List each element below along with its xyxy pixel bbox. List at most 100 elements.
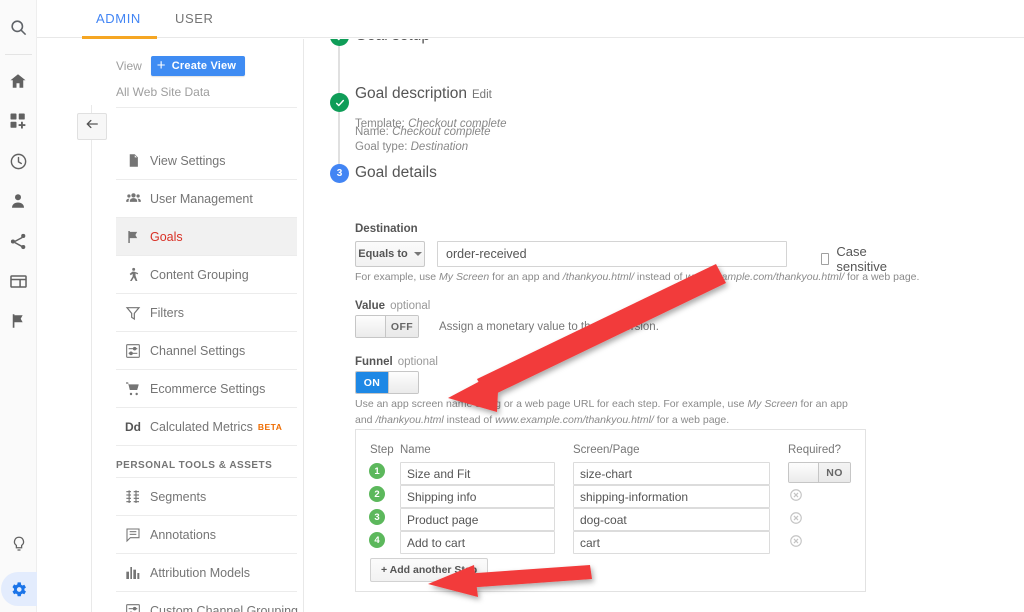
sidebar-item-label: Goals xyxy=(150,229,183,244)
rail-nav xyxy=(0,61,37,341)
sidebar-item-goals[interactable]: Goals xyxy=(116,218,297,256)
sidebar-item-filters[interactable]: Filters xyxy=(116,294,297,332)
step-number-badge: 4 xyxy=(369,532,385,548)
step-number-badge: 1 xyxy=(369,463,385,479)
destination-input[interactable] xyxy=(437,241,787,267)
hint-part: for an app and xyxy=(489,271,563,283)
value-optional-text: optional xyxy=(390,300,431,312)
sidebar-item-user-management[interactable]: User Management xyxy=(116,180,297,218)
goal-type-value: Destination xyxy=(410,141,469,153)
case-sensitive-checkbox[interactable] xyxy=(821,253,830,265)
conversions-flag-icon[interactable] xyxy=(0,301,37,341)
step-name-input[interactable] xyxy=(400,485,555,508)
create-view-label: Create View xyxy=(171,60,237,72)
collapse-panel-button[interactable] xyxy=(77,113,107,140)
sidebar-item-view-settings[interactable]: View Settings xyxy=(116,142,297,180)
destination-match-type-select[interactable]: Equals to xyxy=(355,241,425,267)
toggle-knob xyxy=(789,463,819,482)
search-icon[interactable] xyxy=(0,7,37,47)
hint-part: /thankyou.html xyxy=(375,414,444,426)
sidebar-item-custom-channel-grouping[interactable]: Custom Channel Grouping BET xyxy=(116,592,298,612)
sidebar-item-attribution-models[interactable]: Attribution Models xyxy=(116,554,297,592)
remove-step-icon[interactable] xyxy=(789,488,803,502)
back-arrow-icon xyxy=(85,117,99,136)
view-panel-header: View + Create View xyxy=(116,53,286,79)
acquisition-share-icon[interactable] xyxy=(0,221,37,261)
sidebar-item-content-grouping[interactable]: Content Grouping xyxy=(116,256,297,294)
audience-person-icon[interactable] xyxy=(0,181,37,221)
selected-view-name[interactable]: All Web Site Data xyxy=(116,85,297,108)
sidebar-item-label: Calculated Metrics xyxy=(150,419,253,434)
remove-step-icon[interactable] xyxy=(789,511,803,525)
sidebar-item-label: Annotations xyxy=(150,527,217,542)
goal-setup-title: Goal setup xyxy=(355,39,430,45)
sidebar-item-label: View Settings xyxy=(150,153,226,168)
admin-gear-icon[interactable] xyxy=(0,572,37,606)
remove-step-icon[interactable] xyxy=(789,534,803,548)
step-number-badge: 3 xyxy=(369,509,385,525)
sidebar-item-calculated-metrics[interactable]: Dd Calculated Metrics BETA xyxy=(116,408,297,446)
home-icon[interactable] xyxy=(0,61,37,101)
funnel-step-row: 1 NO xyxy=(356,462,865,485)
match-type-value: Equals to xyxy=(358,248,408,260)
speech-bubble-icon xyxy=(116,527,150,543)
step-screen-input[interactable] xyxy=(573,531,770,554)
goal-description-edit-link[interactable]: Edit xyxy=(472,89,492,101)
required-toggle-state: NO xyxy=(819,463,850,482)
section-header-personal-tools: PERSONAL TOOLS & ASSETS xyxy=(116,446,297,478)
goal-type-label: Goal type: xyxy=(355,141,411,153)
step-screen-input[interactable] xyxy=(573,485,770,508)
step-name-input[interactable] xyxy=(400,462,555,485)
hint-part: www.example.com/thankyou.html/ xyxy=(495,414,654,426)
value-toggle[interactable]: OFF xyxy=(355,315,419,338)
walking-person-icon xyxy=(116,267,150,283)
hint-part: for a web page. xyxy=(653,414,730,426)
hint-part: www.example.com/thankyou.html/ xyxy=(685,271,845,283)
tab-user[interactable]: USER xyxy=(175,0,214,38)
goal-editor-main: Goal setup Edit Template: Checkout compl… xyxy=(304,39,1024,612)
flag-icon xyxy=(116,229,150,245)
sidebar-item-label: Ecommerce Settings xyxy=(150,381,266,396)
sidebar-item-label: Filters xyxy=(150,305,185,320)
sidebar-item-ecommerce-settings[interactable]: Ecommerce Settings xyxy=(116,370,297,408)
funnel-toggle[interactable]: ON xyxy=(355,371,419,394)
goal-setup-edit-link[interactable]: Edit xyxy=(435,39,455,42)
hint-part: Use an app screen name string or a web p… xyxy=(355,398,748,410)
hint-part: /thankyou.html/ xyxy=(562,271,634,283)
add-another-step-button[interactable]: + Add another Step xyxy=(370,558,489,582)
sliders-icon xyxy=(116,343,150,359)
realtime-clock-icon[interactable] xyxy=(0,141,37,181)
value-toggle-state: OFF xyxy=(386,316,418,337)
column-header-required: Required? xyxy=(788,444,842,456)
value-label-text: Value xyxy=(355,300,386,312)
step-screen-input[interactable] xyxy=(573,462,770,485)
behavior-window-icon[interactable] xyxy=(0,261,37,301)
column-header-name: Name xyxy=(400,444,431,456)
hint-part: For example, use xyxy=(355,271,440,283)
step-screen-input[interactable] xyxy=(573,508,770,531)
step-required-toggle[interactable]: NO xyxy=(788,462,851,483)
sidebar-item-annotations[interactable]: Annotations xyxy=(116,516,297,554)
funnel-step-row: 4 xyxy=(356,531,865,554)
beta-badge: BETA xyxy=(257,421,283,432)
funnel-hint: Use an app screen name string or a web p… xyxy=(355,396,855,428)
step-name-input[interactable] xyxy=(400,508,555,531)
column-header-step: Step xyxy=(370,444,394,456)
case-sensitive-checkbox-row[interactable]: Case sensitive xyxy=(821,244,891,274)
destination-row: Equals to Case sensitive xyxy=(355,241,887,274)
step-name-input[interactable] xyxy=(400,531,555,554)
funnel-steps-header: Step Name Screen/Page Required? xyxy=(356,444,865,460)
sliders-icon xyxy=(116,603,150,612)
rail-bottom-nav xyxy=(0,524,37,606)
goal-name-value: Checkout complete xyxy=(392,126,491,138)
customization-icon[interactable] xyxy=(0,101,37,141)
hint-part: for a web page. xyxy=(844,271,920,283)
sidebar-item-segments[interactable]: Segments xyxy=(116,478,297,516)
people-icon xyxy=(116,190,150,207)
value-label: Value optional xyxy=(355,300,430,312)
sidebar-item-channel-settings[interactable]: Channel Settings xyxy=(116,332,297,370)
discover-bulb-icon[interactable] xyxy=(0,524,37,564)
step-2-status-badge xyxy=(330,93,349,112)
tab-admin[interactable]: ADMIN xyxy=(96,0,141,38)
create-view-button[interactable]: + Create View xyxy=(150,56,246,76)
